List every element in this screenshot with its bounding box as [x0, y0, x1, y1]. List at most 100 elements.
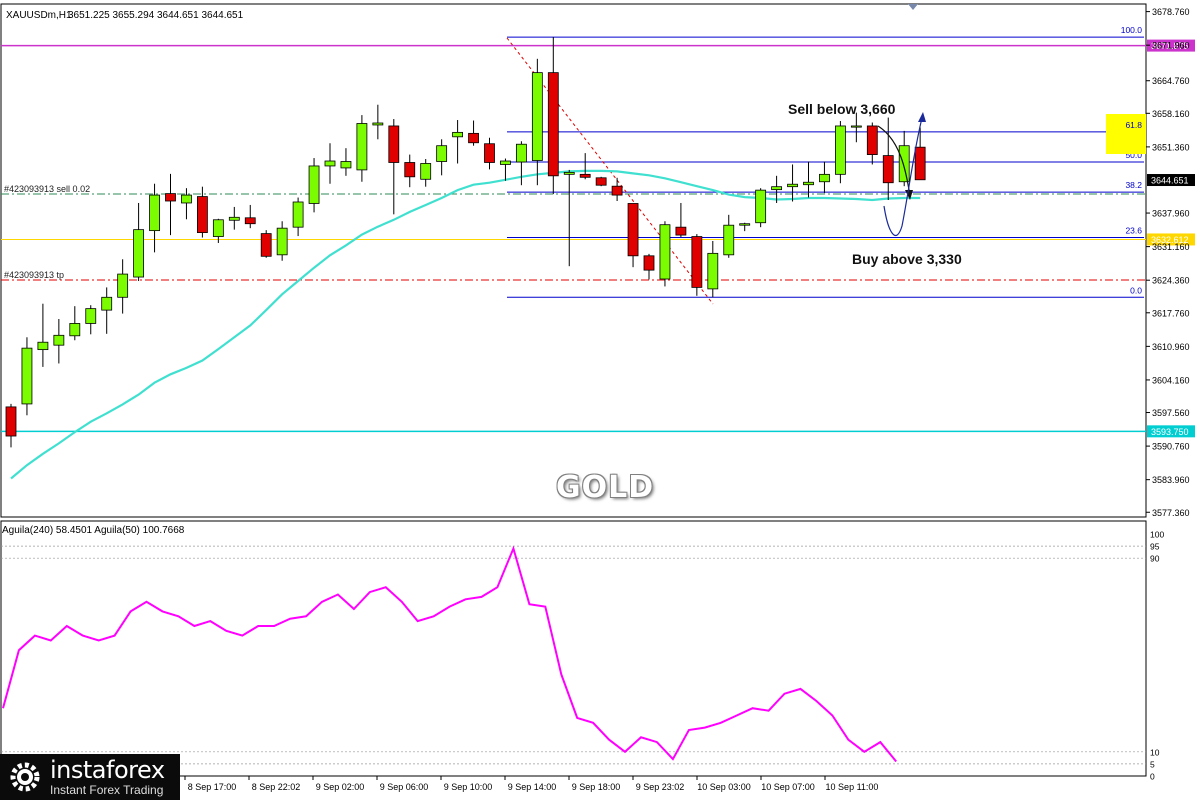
y-tick-label: 3617.760 — [1152, 308, 1190, 318]
candle-body — [819, 173, 830, 183]
candle-body — [595, 177, 607, 186]
indicator-pane-frame — [0, 520, 1147, 777]
candle-body — [196, 196, 208, 234]
candle-body — [53, 334, 65, 346]
x-tick-label: 10 Sep 11:00 — [826, 782, 879, 792]
candle-body — [244, 217, 256, 225]
x-tick-label: 10 Sep 07:00 — [761, 782, 815, 792]
x-tick-label: 9 Sep 18:00 — [572, 782, 621, 792]
candle-body — [5, 406, 17, 437]
candle-body — [723, 224, 735, 256]
candle-body — [324, 160, 336, 167]
osc-scale-label: 10 — [1150, 747, 1160, 757]
candle-body — [228, 216, 240, 221]
brand-name: instaforex — [50, 756, 165, 784]
moving-average-line — [10, 169, 921, 480]
osc-scale-label: 100 — [1150, 530, 1164, 540]
candle-body — [739, 223, 751, 226]
candle-body — [260, 233, 272, 257]
candle-body — [404, 162, 416, 178]
candle-body — [149, 194, 160, 232]
candle-body — [420, 163, 432, 180]
osc-scale-label: 5 — [1150, 759, 1155, 769]
price-level-label: 3644.651 — [1151, 176, 1189, 186]
fib-level-label: 61.8 — [1125, 120, 1142, 130]
candle-body — [292, 201, 304, 228]
y-tick-label: 3604.160 — [1152, 375, 1190, 385]
candle-body — [643, 255, 655, 271]
fib-level-label: 23.6 — [1125, 226, 1142, 236]
candle-body — [803, 181, 814, 186]
arrowhead-up-icon — [918, 112, 926, 122]
fib-level-label: 38.2 — [1125, 180, 1142, 190]
x-tick-label: 8 Sep 22:02 — [252, 782, 301, 792]
y-tick-label: 3631.160 — [1152, 242, 1190, 252]
indicator-header: Aguila(240) 58.4501 Aguila(50) 100.7668 — [2, 525, 185, 536]
candle-body — [866, 125, 878, 155]
candle-body — [787, 183, 798, 188]
price-level-label: 3593.750 — [1151, 427, 1189, 437]
aguila-oscillator-line — [2, 545, 897, 763]
gold-watermark: GOLD — [556, 470, 655, 505]
candle-body — [547, 72, 559, 177]
candle-body — [37, 341, 49, 351]
buy-annotation: Buy above 3,330 — [852, 251, 962, 267]
candle-body — [531, 72, 543, 161]
candle-body — [133, 229, 145, 278]
candle-body — [611, 185, 623, 196]
candle-body — [755, 189, 767, 224]
candle-body — [882, 155, 894, 184]
y-tick-label: 3597.560 — [1152, 408, 1190, 418]
sell-order-label: #423093913 sell 0.02 — [4, 184, 90, 194]
chart-ohlc-header: 3651.225 3655.294 3644.651 3644.651 — [68, 10, 244, 21]
candle-body — [707, 252, 719, 290]
candle-body — [898, 145, 910, 183]
candle-body — [516, 143, 527, 163]
chart-symbol-header: XAUUSDm,H1 — [6, 10, 72, 21]
candle-body — [436, 145, 448, 162]
candle-body — [69, 323, 81, 337]
osc-scale-label: 90 — [1150, 554, 1160, 564]
y-tick-label: 3671.960 — [1152, 41, 1190, 51]
candle-body — [181, 194, 192, 204]
candle-body — [452, 131, 464, 138]
x-tick-label: 9 Sep 10:00 — [444, 782, 493, 792]
candle-body — [468, 132, 479, 144]
y-tick-label: 3664.760 — [1152, 76, 1190, 86]
osc-scale-label: 0 — [1150, 772, 1155, 782]
candle-body — [165, 193, 176, 202]
candle-body — [117, 273, 129, 298]
x-tick-label: 9 Sep 06:00 — [380, 782, 429, 792]
candle-body — [484, 143, 495, 163]
candle-body — [627, 203, 639, 257]
candle-body — [356, 123, 368, 171]
y-tick-label: 3678.760 — [1152, 7, 1190, 17]
osc-scale-label: 95 — [1150, 542, 1160, 552]
y-tick-label: 3637.960 — [1152, 209, 1190, 219]
x-tick-label: 9 Sep 02:00 — [316, 782, 365, 792]
x-tick-label: 10 Sep 03:00 — [697, 782, 751, 792]
fib-level-label: 0.0 — [1130, 285, 1142, 295]
candle-body — [691, 236, 703, 288]
candle-body — [771, 186, 782, 191]
candle-body — [659, 224, 671, 280]
brand-tagline: Instant Forex Trading — [50, 783, 164, 797]
candle-body — [340, 161, 352, 169]
y-tick-label: 3658.160 — [1152, 109, 1190, 119]
x-tick-label: 9 Sep 23:02 — [636, 782, 685, 792]
y-tick-label: 3624.360 — [1152, 276, 1190, 286]
x-tick-label: 8 Sep 17:00 — [188, 782, 237, 792]
y-tick-label: 3651.360 — [1152, 142, 1190, 152]
y-tick-label: 3610.960 — [1152, 342, 1190, 352]
x-tick-label: 9 Sep 14:00 — [508, 782, 557, 792]
candle-body — [212, 219, 224, 237]
shift-marker-icon — [908, 4, 918, 10]
candle-body — [372, 122, 384, 126]
candle-body — [276, 227, 288, 256]
price-chart[interactable]: 3671.8753632.6123593.7503644.651 100.050… — [0, 0, 1200, 800]
candle-body — [914, 146, 926, 181]
candle-body — [85, 308, 97, 324]
candle-body — [388, 125, 400, 163]
y-tick-label: 3577.360 — [1152, 508, 1190, 518]
take-profit-label: #423093913 tp — [4, 270, 64, 280]
